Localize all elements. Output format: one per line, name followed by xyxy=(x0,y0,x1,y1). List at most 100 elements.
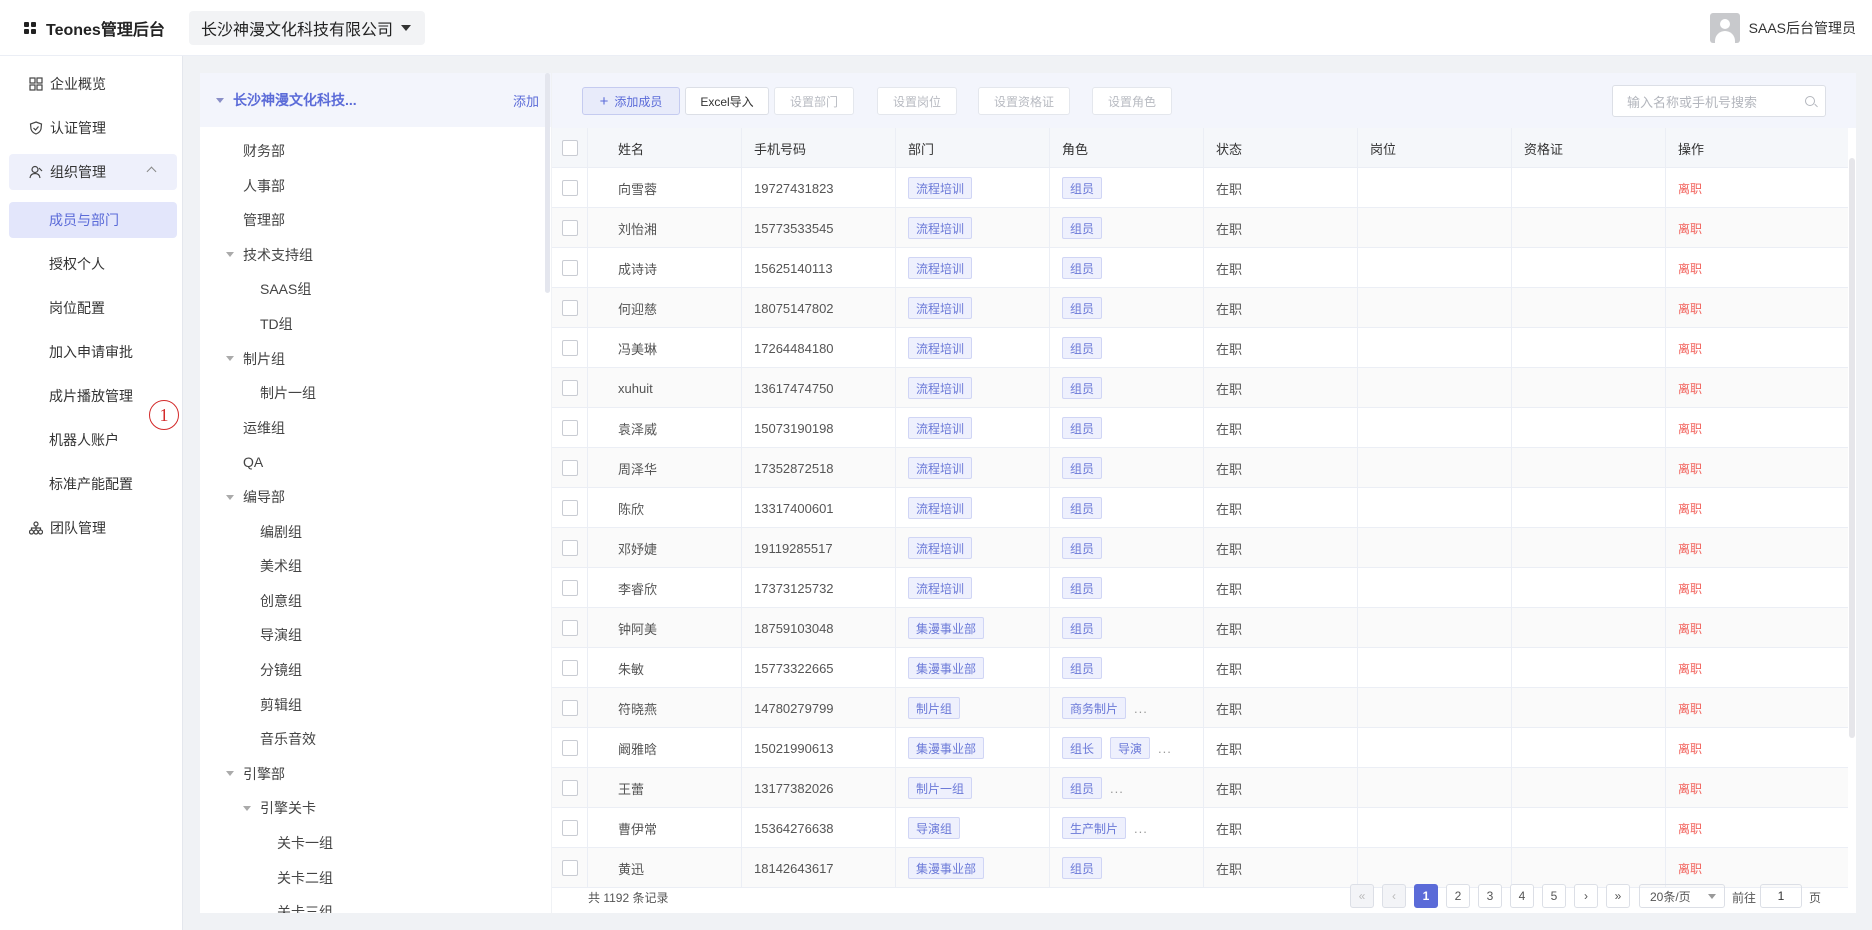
header-post[interactable]: 岗位 xyxy=(1358,128,1512,168)
tree-root[interactable]: 长沙神漫文化科技... 添加 xyxy=(200,73,551,127)
tree-node[interactable]: 关卡二组 xyxy=(277,861,333,895)
tree-node[interactable]: 引擎部 xyxy=(226,757,285,791)
set-role-button[interactable]: 设置角色 xyxy=(1092,87,1172,115)
row-checkbox[interactable] xyxy=(561,460,578,476)
header-certificate[interactable]: 资格证 xyxy=(1512,128,1666,168)
resign-link[interactable]: 离职 xyxy=(1678,300,1702,317)
row-checkbox[interactable] xyxy=(561,420,578,436)
page-size-select[interactable]: 20条/页 xyxy=(1639,884,1725,908)
resign-link[interactable]: 离职 xyxy=(1678,180,1702,197)
header-role[interactable]: 角色 xyxy=(1050,128,1204,168)
search-input[interactable]: 输入名称或手机号搜索 xyxy=(1612,85,1826,117)
sidebar-item-join-approval[interactable]: 加入申请审批 xyxy=(9,334,177,370)
row-checkbox[interactable] xyxy=(561,540,578,556)
next-page-button[interactable]: › xyxy=(1574,884,1598,908)
add-department-link[interactable]: 添加 xyxy=(513,91,539,110)
resign-link[interactable]: 离职 xyxy=(1678,740,1702,757)
resign-link[interactable]: 离职 xyxy=(1678,780,1702,797)
tree-node[interactable]: 分镜组 xyxy=(260,653,302,687)
set-certificate-button[interactable]: 设置资格证 xyxy=(978,87,1070,115)
tree-node[interactable]: 引擎关卡 xyxy=(243,791,316,825)
row-checkbox[interactable] xyxy=(561,300,578,316)
resign-link[interactable]: 离职 xyxy=(1678,660,1702,677)
more-roles-indicator[interactable]: ... xyxy=(1158,741,1172,756)
tree-node[interactable]: 音乐音效 xyxy=(260,722,316,756)
set-post-button[interactable]: 设置岗位 xyxy=(877,87,957,115)
page-1-button[interactable]: 1 xyxy=(1414,884,1438,908)
sidebar-item-members[interactable]: 成员与部门 xyxy=(9,202,177,238)
tree-node[interactable]: 人事部 xyxy=(243,169,285,203)
page-2-button[interactable]: 2 xyxy=(1446,884,1470,908)
tree-node[interactable]: 制片组 xyxy=(226,342,285,376)
sidebar-item-posts[interactable]: 岗位配置 xyxy=(9,290,177,326)
sidebar-item-organization[interactable]: 组织管理 xyxy=(9,154,177,190)
resign-link[interactable]: 离职 xyxy=(1678,500,1702,517)
row-checkbox[interactable] xyxy=(561,220,578,236)
resign-link[interactable]: 离职 xyxy=(1678,420,1702,437)
sidebar-item-authorize[interactable]: 授权个人 xyxy=(9,246,177,282)
row-checkbox[interactable] xyxy=(561,660,578,676)
sidebar-item-robot[interactable]: 机器人账户 xyxy=(9,422,177,458)
tree-scrollbar[interactable] xyxy=(545,73,550,293)
page-3-button[interactable]: 3 xyxy=(1478,884,1502,908)
resign-link[interactable]: 离职 xyxy=(1678,580,1702,597)
tree-node[interactable]: 编剧组 xyxy=(260,515,302,549)
tree-node[interactable]: TD组 xyxy=(260,307,293,341)
resign-link[interactable]: 离职 xyxy=(1678,380,1702,397)
row-checkbox[interactable] xyxy=(561,860,578,876)
row-checkbox[interactable] xyxy=(561,580,578,596)
resign-link[interactable]: 离职 xyxy=(1678,460,1702,477)
tree-node[interactable]: 技术支持组 xyxy=(226,238,313,272)
last-page-button[interactable]: » xyxy=(1606,884,1630,908)
tree-node[interactable]: 剪辑组 xyxy=(260,688,302,722)
more-roles-indicator[interactable]: ... xyxy=(1134,701,1148,716)
sidebar-item-team[interactable]: 团队管理 xyxy=(9,510,177,546)
tree-node[interactable]: 管理部 xyxy=(243,203,285,237)
resign-link[interactable]: 离职 xyxy=(1678,260,1702,277)
tree-node[interactable]: 关卡三组 xyxy=(277,895,333,913)
header-status[interactable]: 状态 xyxy=(1204,128,1358,168)
sidebar-item-capacity[interactable]: 标准产能配置 xyxy=(9,466,177,502)
add-member-button[interactable]: + 添加成员 xyxy=(582,87,680,115)
header-name[interactable]: 姓名 xyxy=(588,128,742,168)
sidebar-item-certification[interactable]: 认证管理 xyxy=(9,110,177,146)
resign-link[interactable]: 离职 xyxy=(1678,540,1702,557)
tree-node[interactable]: 财务部 xyxy=(243,134,285,168)
tree-node[interactable]: 创意组 xyxy=(260,584,302,618)
row-checkbox[interactable] xyxy=(561,700,578,716)
row-checkbox[interactable] xyxy=(561,180,578,196)
set-department-button[interactable]: 设置部门 xyxy=(774,87,854,115)
page-5-button[interactable]: 5 xyxy=(1542,884,1566,908)
user-menu[interactable]: SAAS后台管理员 xyxy=(1709,0,1856,56)
resign-link[interactable]: 离职 xyxy=(1678,340,1702,357)
prev-page-button[interactable]: ‹ xyxy=(1382,884,1406,908)
row-checkbox[interactable] xyxy=(561,260,578,276)
sidebar-item-overview[interactable]: 企业概览 xyxy=(9,66,177,102)
resign-link[interactable]: 离职 xyxy=(1678,220,1702,237)
first-page-button[interactable]: « xyxy=(1350,884,1374,908)
page-4-button[interactable]: 4 xyxy=(1510,884,1534,908)
header-phone[interactable]: 手机号码 xyxy=(742,128,896,168)
more-roles-indicator[interactable]: ... xyxy=(1134,821,1148,836)
row-checkbox[interactable] xyxy=(561,340,578,356)
table-scrollbar[interactable] xyxy=(1848,128,1856,868)
select-all-checkbox[interactable] xyxy=(561,140,578,156)
tree-node[interactable]: 运维组 xyxy=(243,411,285,445)
row-checkbox[interactable] xyxy=(561,500,578,516)
resign-link[interactable]: 离职 xyxy=(1678,620,1702,637)
row-checkbox[interactable] xyxy=(561,780,578,796)
resign-link[interactable]: 离职 xyxy=(1678,820,1702,837)
tree-node[interactable]: 美术组 xyxy=(260,549,302,583)
row-checkbox[interactable] xyxy=(561,620,578,636)
tree-node[interactable]: QA xyxy=(243,445,263,479)
more-roles-indicator[interactable]: ... xyxy=(1110,781,1124,796)
resign-link[interactable]: 离职 xyxy=(1678,700,1702,717)
resign-link[interactable]: 离职 xyxy=(1678,860,1702,877)
tree-node[interactable]: 导演组 xyxy=(260,618,302,652)
excel-import-button[interactable]: Excel导入 xyxy=(685,87,769,115)
tree-node[interactable]: 关卡一组 xyxy=(277,826,333,860)
tree-node[interactable]: 编导部 xyxy=(226,480,285,514)
goto-page-input[interactable]: 1 xyxy=(1760,884,1802,908)
tree-node[interactable]: SAAS组 xyxy=(260,272,311,306)
scrollbar-thumb[interactable] xyxy=(1849,158,1855,738)
